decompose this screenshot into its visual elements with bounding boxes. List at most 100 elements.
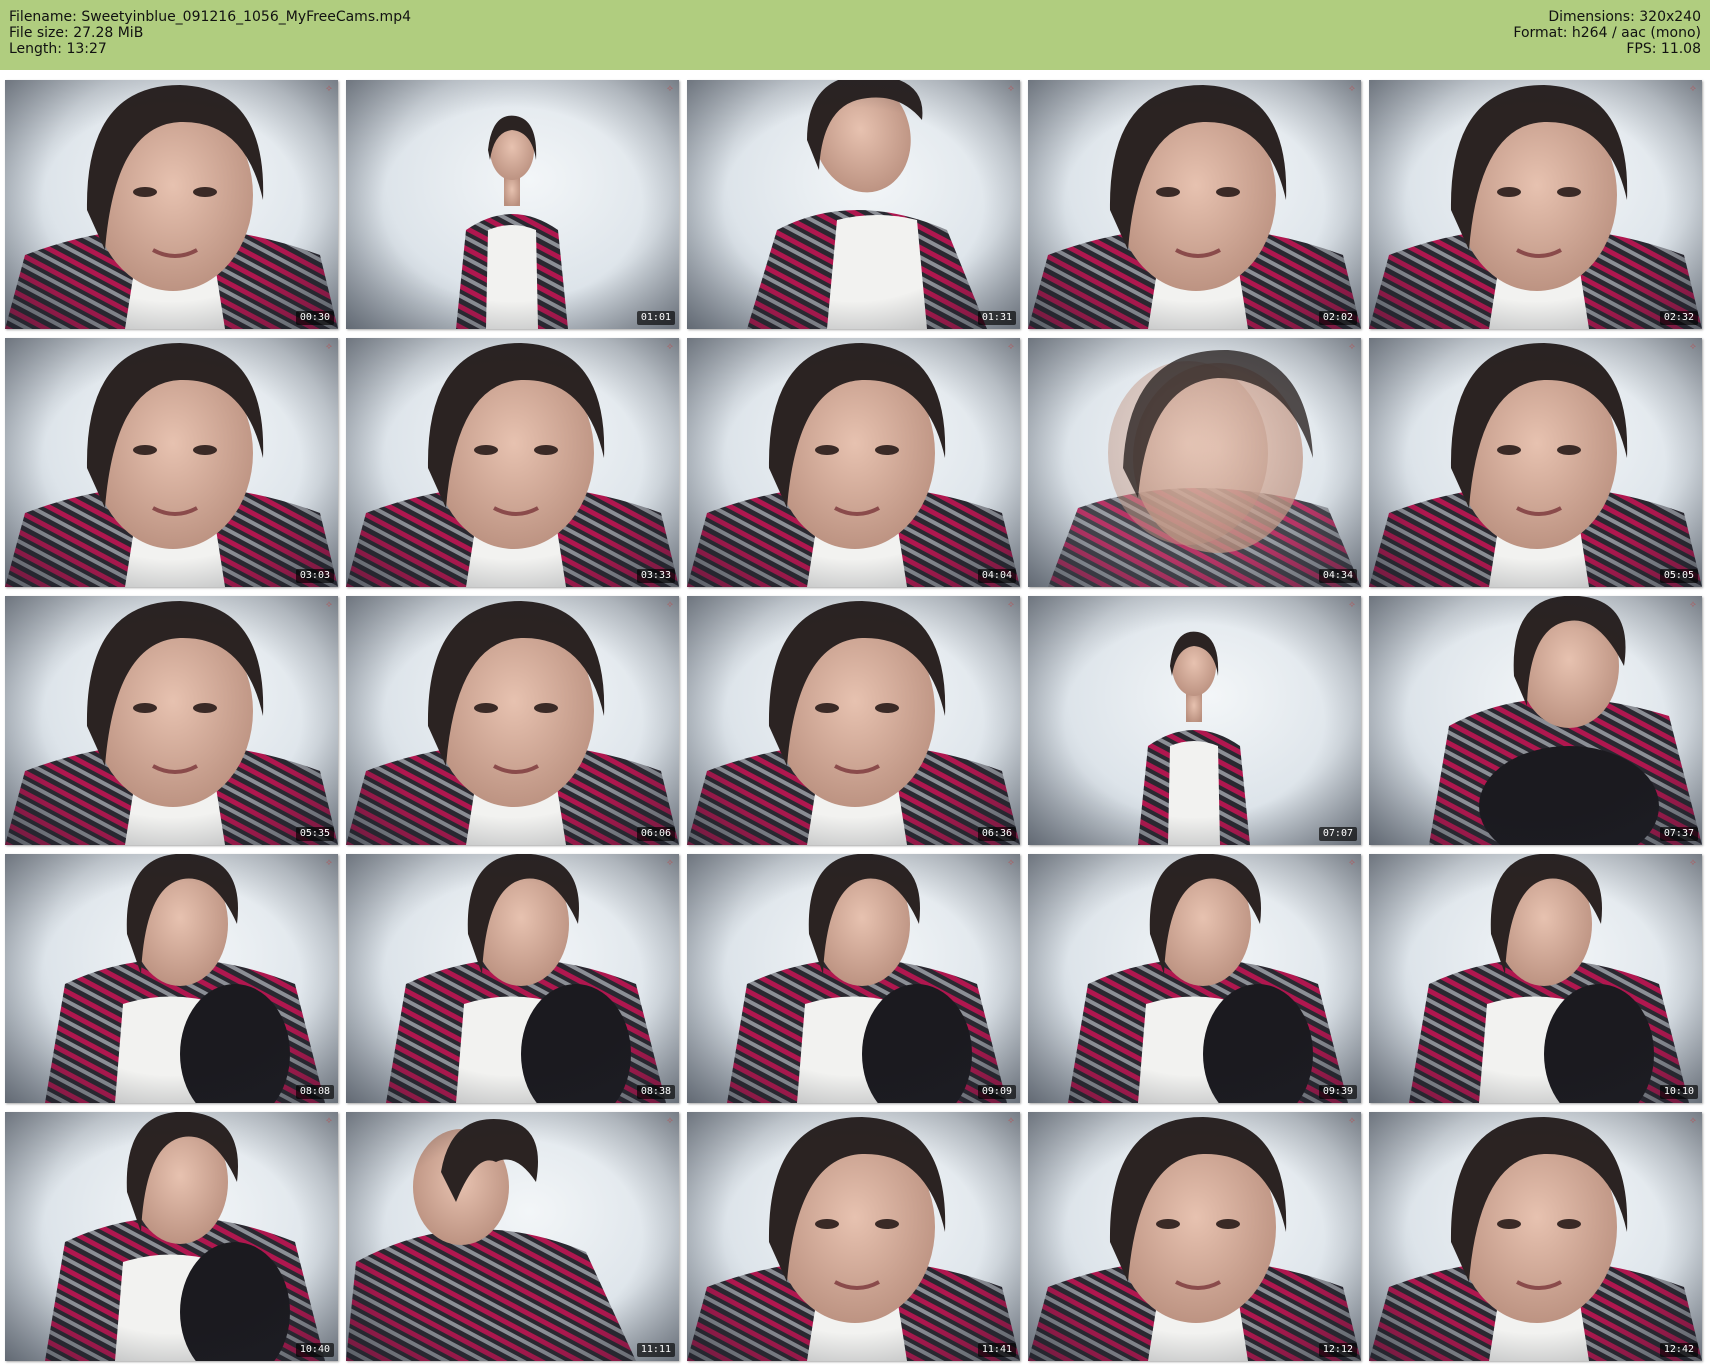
filename-line: Filename: Sweetyinblue_091216_1056_MyFre… xyxy=(9,9,411,25)
video-thumbnail[interactable]: ⟡ 11:41 xyxy=(687,1112,1020,1361)
thumbnail-image xyxy=(1369,854,1702,1103)
timestamp-label: 10:10 xyxy=(1659,1085,1698,1099)
watermark-logo: ⟡ xyxy=(667,342,673,352)
video-thumbnail[interactable]: ⟡ 08:38 xyxy=(346,854,679,1103)
thumbnail-image xyxy=(5,1112,338,1361)
video-thumbnail[interactable]: ⟡ 06:36 xyxy=(687,596,1020,845)
timestamp-label: 03:03 xyxy=(295,569,334,583)
timestamp-label: 08:38 xyxy=(636,1085,675,1099)
timestamp-label: 04:34 xyxy=(1318,569,1357,583)
thumbnail-image xyxy=(687,854,1020,1103)
video-thumbnail[interactable]: ⟡ 08:08 xyxy=(5,854,338,1103)
thumbnail-image xyxy=(1028,338,1361,587)
video-thumbnail[interactable]: ⟡ 03:33 xyxy=(346,338,679,587)
timestamp-label: 02:32 xyxy=(1659,311,1698,325)
timestamp-label: 04:04 xyxy=(977,569,1016,583)
video-info: Dimensions: 320x240 Format: h264 / aac (… xyxy=(1513,9,1701,57)
thumbnail-image xyxy=(346,338,679,587)
watermark-logo: ⟡ xyxy=(1008,858,1014,868)
video-thumbnail[interactable]: ⟡ 01:01 xyxy=(346,80,679,329)
video-thumbnail[interactable]: ⟡ 01:31 xyxy=(687,80,1020,329)
timestamp-label: 05:05 xyxy=(1659,569,1698,583)
video-thumbnail[interactable]: ⟡ 06:06 xyxy=(346,596,679,845)
timestamp-label: 00:30 xyxy=(295,311,334,325)
watermark-logo: ⟡ xyxy=(1690,342,1696,352)
thumbnail-image xyxy=(1028,854,1361,1103)
timestamp-label: 07:37 xyxy=(1659,827,1698,841)
fps-line: FPS: 11.08 xyxy=(1626,41,1701,57)
watermark-logo: ⟡ xyxy=(1349,342,1355,352)
video-thumbnail[interactable]: ⟡ 09:39 xyxy=(1028,854,1361,1103)
thumbnail-image xyxy=(5,596,338,845)
thumbnail-image xyxy=(1369,80,1702,329)
watermark-logo: ⟡ xyxy=(1349,858,1355,868)
video-thumbnail[interactable]: ⟡ 04:04 xyxy=(687,338,1020,587)
thumbnail-image xyxy=(1369,596,1702,845)
watermark-logo: ⟡ xyxy=(1690,1116,1696,1126)
video-thumbnail[interactable]: ⟡ 11:11 xyxy=(346,1112,679,1361)
video-thumbnail[interactable]: ⟡ 10:40 xyxy=(5,1112,338,1361)
video-thumbnail[interactable]: ⟡ 04:34 xyxy=(1028,338,1361,587)
watermark-logo: ⟡ xyxy=(1349,600,1355,610)
timestamp-label: 03:33 xyxy=(636,569,675,583)
watermark-logo: ⟡ xyxy=(667,84,673,94)
video-thumbnail[interactable]: ⟡ 02:32 xyxy=(1369,80,1702,329)
watermark-logo: ⟡ xyxy=(326,600,332,610)
thumbnail-image xyxy=(687,338,1020,587)
video-thumbnail[interactable]: ⟡ 12:42 xyxy=(1369,1112,1702,1361)
video-thumbnail[interactable]: ⟡ 07:07 xyxy=(1028,596,1361,845)
thumbnail-image xyxy=(5,80,338,329)
thumbnail-image xyxy=(1028,80,1361,329)
watermark-logo: ⟡ xyxy=(1690,858,1696,868)
timestamp-label: 06:06 xyxy=(636,827,675,841)
thumbnail-image xyxy=(5,854,338,1103)
video-thumbnail[interactable]: ⟡ 12:12 xyxy=(1028,1112,1361,1361)
thumbnail-image xyxy=(5,338,338,587)
timestamp-label: 09:39 xyxy=(1318,1085,1357,1099)
video-thumbnail[interactable]: ⟡ 03:03 xyxy=(5,338,338,587)
thumbnail-image xyxy=(346,1112,679,1361)
timestamp-label: 12:42 xyxy=(1659,1343,1698,1357)
watermark-logo: ⟡ xyxy=(326,342,332,352)
thumbnail-image xyxy=(687,1112,1020,1361)
timestamp-label: 11:11 xyxy=(636,1343,675,1357)
timestamp-label: 01:31 xyxy=(977,311,1016,325)
timestamp-label: 09:09 xyxy=(977,1085,1016,1099)
timestamp-label: 06:36 xyxy=(977,827,1016,841)
thumbnail-image xyxy=(1028,596,1361,845)
watermark-logo: ⟡ xyxy=(1008,1116,1014,1126)
thumbnail-image xyxy=(346,854,679,1103)
timestamp-label: 10:40 xyxy=(295,1343,334,1357)
video-thumbnail[interactable]: ⟡ 07:37 xyxy=(1369,596,1702,845)
video-thumbnail[interactable]: ⟡ 05:05 xyxy=(1369,338,1702,587)
thumbnail-image xyxy=(687,80,1020,329)
video-thumbnail[interactable]: ⟡ 02:02 xyxy=(1028,80,1361,329)
watermark-logo: ⟡ xyxy=(667,1116,673,1126)
format-line: Format: h264 / aac (mono) xyxy=(1513,25,1701,41)
thumbnail-image xyxy=(1369,1112,1702,1361)
watermark-logo: ⟡ xyxy=(667,858,673,868)
watermark-logo: ⟡ xyxy=(1690,600,1696,610)
watermark-logo: ⟡ xyxy=(326,1116,332,1126)
timestamp-label: 08:08 xyxy=(295,1085,334,1099)
video-thumbnail[interactable]: ⟡ 00:30 xyxy=(5,80,338,329)
timestamp-label: 07:07 xyxy=(1318,827,1357,841)
thumbnail-image xyxy=(687,596,1020,845)
thumbnail-image xyxy=(1369,338,1702,587)
watermark-logo: ⟡ xyxy=(326,84,332,94)
file-info: Filename: Sweetyinblue_091216_1056_MyFre… xyxy=(9,9,411,57)
video-thumbnail[interactable]: ⟡ 05:35 xyxy=(5,596,338,845)
watermark-logo: ⟡ xyxy=(1008,84,1014,94)
timestamp-label: 11:41 xyxy=(977,1343,1016,1357)
watermark-logo: ⟡ xyxy=(1690,84,1696,94)
video-thumbnail[interactable]: ⟡ 10:10 xyxy=(1369,854,1702,1103)
watermark-logo: ⟡ xyxy=(1008,342,1014,352)
filesize-line: File size: 27.28 MiB xyxy=(9,25,144,41)
timestamp-label: 05:35 xyxy=(295,827,334,841)
length-line: Length: 13:27 xyxy=(9,41,107,57)
info-header: Filename: Sweetyinblue_091216_1056_MyFre… xyxy=(0,0,1710,70)
thumbnail-image xyxy=(346,596,679,845)
video-thumbnail[interactable]: ⟡ 09:09 xyxy=(687,854,1020,1103)
thumbnail-image xyxy=(1028,1112,1361,1361)
watermark-logo: ⟡ xyxy=(667,600,673,610)
